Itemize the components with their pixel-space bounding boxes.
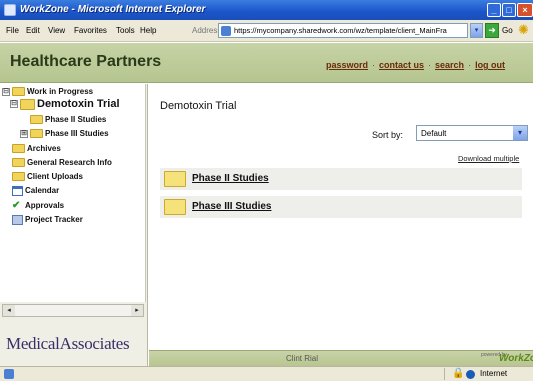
- log-out-link[interactable]: log out: [475, 60, 505, 70]
- tree-item-label: Project Tracker: [25, 215, 83, 225]
- tree-item-phase-ii-studies[interactable]: Phase II Studies: [30, 115, 106, 125]
- tree-item-client-uploads[interactable]: Client Uploads: [12, 172, 83, 182]
- window-title: WorkZone - Microsoft Internet Explorer: [20, 4, 206, 15]
- folder-icon: [164, 171, 186, 187]
- tree-item-label: Demotoxin Trial: [37, 98, 120, 110]
- sort-by-label: Sort by:: [372, 130, 404, 140]
- contact-us-link[interactable]: contact us: [379, 60, 424, 70]
- brand-title: Healthcare Partners: [10, 53, 162, 70]
- folder-icon: [12, 87, 25, 97]
- medical-associates-logo: MedicalAssociates: [6, 334, 130, 353]
- go-button[interactable]: Go: [502, 26, 513, 35]
- sort-by-select[interactable]: Default ▾: [416, 125, 528, 141]
- address-value: https://mycompany.sharedwork.com/wz/temp…: [234, 26, 447, 35]
- page-icon: [221, 26, 231, 36]
- tree-item-label: Phase III Studies: [45, 129, 109, 138]
- folder-tree: ⊟ Work in Progress ⊟ Demotoxin Trial Phase…: [0, 84, 146, 302]
- status-divider: [444, 368, 445, 380]
- project-tracker-icon: [12, 215, 23, 225]
- password-link[interactable]: password: [326, 60, 368, 70]
- go-arrow-icon[interactable]: ➜: [485, 23, 499, 38]
- folder-icon: [12, 172, 25, 182]
- folder-icon: [164, 199, 186, 215]
- header-links: password · contact us · search · log out: [326, 60, 505, 70]
- internet-zone-icon: [466, 370, 475, 379]
- menu-view[interactable]: View: [48, 26, 65, 35]
- folder-link[interactable]: Phase II Studies: [192, 173, 269, 184]
- link-separator: ·: [372, 60, 376, 70]
- menu-edit[interactable]: Edit: [26, 26, 40, 35]
- tree-item-label: Archives: [27, 144, 61, 153]
- sort-by-value: Default: [421, 129, 447, 138]
- tree-item-phase-iii-studies[interactable]: ⊞ Phase III Studies: [20, 129, 109, 139]
- menu-favorites[interactable]: Favorites: [74, 26, 107, 35]
- menu-bar: File Edit View Favorites Tools Help Addr…: [0, 20, 533, 42]
- chevron-down-icon[interactable]: ▾: [513, 126, 527, 140]
- content-footer: Clint Rial powered by WorkZone: [149, 350, 533, 366]
- folder-row-phase-ii-studies[interactable]: Phase II Studies: [160, 168, 522, 190]
- tree-item-label: General Research Info: [27, 158, 112, 167]
- tree-item-project-tracker[interactable]: Project Tracker: [12, 215, 83, 225]
- tree-item-approvals[interactable]: ✔ Approvals: [12, 201, 64, 211]
- tree-item-work-in-progress[interactable]: ⊟ Work in Progress: [2, 87, 93, 97]
- collapse-toggle-icon[interactable]: ⊟: [2, 87, 10, 96]
- link-separator: ·: [428, 60, 432, 70]
- app-header: Healthcare Partners password · contact us ·…: [0, 43, 533, 83]
- tree-item-label: Phase II Studies: [45, 115, 107, 124]
- close-button[interactable]: ×: [517, 3, 533, 17]
- workzone-brand: WorkZone: [499, 353, 533, 364]
- tree-item-label: Client Uploads: [27, 172, 84, 181]
- collapse-toggle-icon[interactable]: ⊟: [10, 100, 18, 109]
- folder-icon: [30, 115, 43, 125]
- page-status-icon: [4, 369, 14, 379]
- menu-tools[interactable]: Tools: [116, 26, 135, 35]
- folder-icon: [20, 98, 35, 110]
- folder-icon: [12, 144, 25, 154]
- checkmark-icon: ✔: [12, 200, 21, 211]
- powered-by-logo: powered by WorkZone: [481, 351, 533, 366]
- security-zone-label: Internet: [480, 369, 508, 378]
- tree-item-general-research-info[interactable]: General Research Info: [12, 158, 112, 168]
- address-label: Address: [192, 26, 222, 35]
- left-panel: ⊟ Work in Progress ⊟ Demotoxin Trial Phase…: [0, 84, 148, 366]
- maximize-button[interactable]: □: [502, 3, 516, 17]
- scroll-left-icon[interactable]: ◂: [3, 305, 15, 316]
- ie-icon: [4, 4, 16, 16]
- menu-file[interactable]: File: [6, 26, 19, 35]
- footer-user-name: Clint Rial: [286, 354, 319, 363]
- scroll-right-icon[interactable]: ▸: [131, 305, 143, 316]
- minimize-button[interactable]: _: [487, 3, 501, 17]
- window-title-bar: WorkZone - Microsoft Internet Explorer _…: [0, 0, 533, 20]
- tree-item-calendar[interactable]: Calendar: [12, 186, 59, 196]
- link-separator: ·: [468, 60, 472, 70]
- tree-horizontal-scrollbar[interactable]: ◂ ▸: [2, 304, 144, 317]
- folder-icon: [30, 129, 43, 139]
- page-title: Demotoxin Trial: [160, 100, 237, 112]
- tree-item-archives[interactable]: Archives: [12, 144, 61, 154]
- expand-toggle-icon[interactable]: ⊞: [20, 129, 28, 138]
- address-field[interactable]: https://mycompany.sharedwork.com/wz/temp…: [218, 23, 468, 38]
- folder-icon: [12, 158, 25, 168]
- folder-row-phase-iii-studies[interactable]: Phase III Studies: [160, 196, 522, 218]
- address-dropdown-button[interactable]: ▾: [470, 23, 483, 38]
- main-content: Demotoxin Trial Sort by: Default ▾ Downl…: [149, 84, 533, 350]
- search-link[interactable]: search: [435, 60, 464, 70]
- calendar-icon: [12, 186, 23, 196]
- menu-help[interactable]: Help: [140, 26, 156, 35]
- tree-item-label: Work in Progress: [27, 87, 94, 96]
- windows-flag-icon: ✺: [518, 22, 529, 37]
- tree-item-demotoxin-trial[interactable]: ⊟ Demotoxin Trial: [10, 98, 120, 111]
- download-multiple-link[interactable]: Download multiple: [458, 154, 519, 163]
- lock-icon: 🔒: [452, 368, 465, 379]
- tree-item-label: Approvals: [25, 201, 65, 211]
- tree-item-label: Calendar: [25, 186, 60, 196]
- folder-link[interactable]: Phase III Studies: [192, 201, 271, 212]
- browser-status-bar: 🔒 Internet: [0, 366, 533, 381]
